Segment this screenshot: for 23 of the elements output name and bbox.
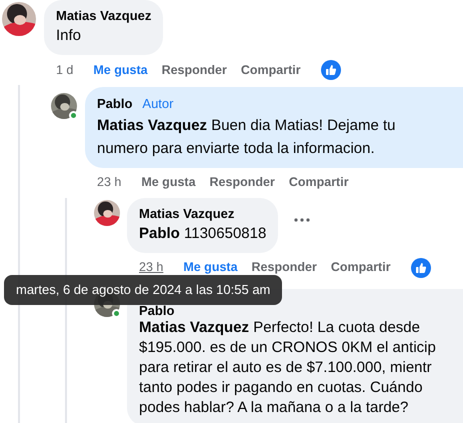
timestamp-link[interactable]: 23 h — [139, 258, 164, 277]
reply-link[interactable]: Responder — [210, 173, 275, 192]
author-name[interactable]: Pablo — [97, 95, 132, 112]
more-options-icon[interactable] — [294, 218, 310, 222]
author-label: Autor — [142, 95, 174, 113]
comment-text: Pablo 1130650818 — [139, 224, 266, 244]
author-name[interactable]: Matias Vazquez — [56, 7, 152, 24]
reply-link[interactable]: Responder — [162, 60, 227, 80]
comment-text: Info — [56, 26, 82, 46]
comment-text: Matias Vazquez Buen dia Matias! Dejame tu numero para enviarte toda la informacion. — [97, 116, 396, 158]
share-link[interactable]: Compartir — [330, 258, 391, 277]
timestamp-link[interactable]: 1 d — [56, 60, 74, 80]
like-link[interactable]: Me gusta — [183, 258, 238, 277]
like-link[interactable]: Me gusta — [93, 60, 148, 80]
like-link[interactable]: Me gusta — [141, 173, 196, 192]
share-link[interactable]: Compartir — [240, 60, 301, 80]
timestamp-link[interactable]: 23 h — [97, 173, 122, 192]
date-tooltip: martes, 6 de agosto de 2024 a las 10:55 am — [4, 275, 282, 305]
share-link[interactable]: Compartir — [288, 173, 349, 192]
comment-text: Matias Vazquez Perfecto! La cuota desde $195.000. es de un CRONOS 0KM el anticip para retirar el auto es de $7.100.000, mientr tanto podes ir pagando en cuotas. Cuándo podes hablar? A la mañana o a la tarde? — [139, 318, 437, 418]
reply-link[interactable]: Responder — [252, 258, 317, 277]
author-name[interactable]: Matias Vazquez — [139, 204, 234, 222]
author-name[interactable]: Pablo — [139, 302, 174, 318]
